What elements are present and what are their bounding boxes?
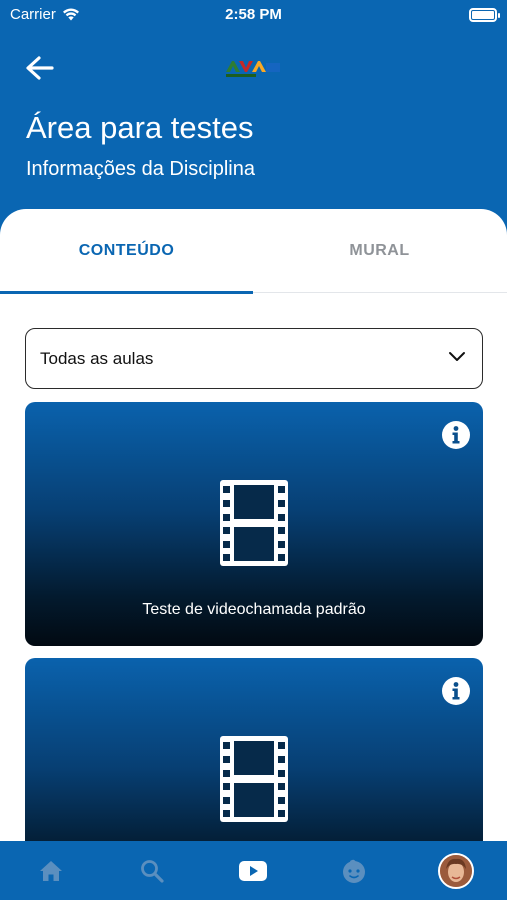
info-icon[interactable]: [441, 676, 471, 706]
lesson-filter-value: Todas as aulas: [40, 349, 154, 368]
app-logo: [226, 61, 280, 77]
status-bar: Carrier 2:58 PM: [0, 0, 507, 30]
film-icon: [220, 736, 288, 822]
page-title: Área para testes: [26, 110, 254, 145]
lesson-card[interactable]: Teste de videochamada padrão: [25, 402, 483, 646]
nav-home[interactable]: [21, 841, 81, 900]
film-icon: [220, 480, 288, 566]
tab-bar: CONTEÚDO MURAL: [0, 209, 507, 294]
nav-kids[interactable]: [324, 841, 384, 900]
content-sheet: CONTEÚDO MURAL Todas as aulas Teste de v…: [0, 209, 507, 841]
bottom-nav: [0, 841, 507, 900]
profile-avatar: [438, 852, 474, 889]
avatar-image: [440, 854, 472, 887]
page-subtitle: Informações da Disciplina: [26, 158, 255, 180]
search-icon: [141, 859, 164, 883]
lesson-filter-select[interactable]: Todas as aulas: [25, 328, 483, 389]
nav-profile[interactable]: [426, 841, 486, 900]
chevron-down-icon: [449, 352, 465, 361]
back-arrow-icon[interactable]: [22, 52, 58, 84]
tab-mural[interactable]: MURAL: [253, 209, 506, 293]
battery-icon: [469, 8, 500, 22]
info-icon[interactable]: [441, 420, 471, 450]
lesson-card[interactable]: [25, 658, 483, 841]
child-face-icon: [343, 859, 365, 883]
header: Área para testes Informações da Discipli…: [0, 30, 507, 210]
video-play-icon: [239, 860, 267, 881]
tab-conteudo[interactable]: CONTEÚDO: [0, 209, 253, 294]
lesson-card-title: Teste de videochamada padrão: [142, 601, 366, 618]
status-time: 2:58 PM: [225, 6, 282, 23]
nav-search[interactable]: [122, 841, 182, 900]
nav-videos[interactable]: [223, 841, 283, 900]
home-icon: [40, 860, 62, 881]
